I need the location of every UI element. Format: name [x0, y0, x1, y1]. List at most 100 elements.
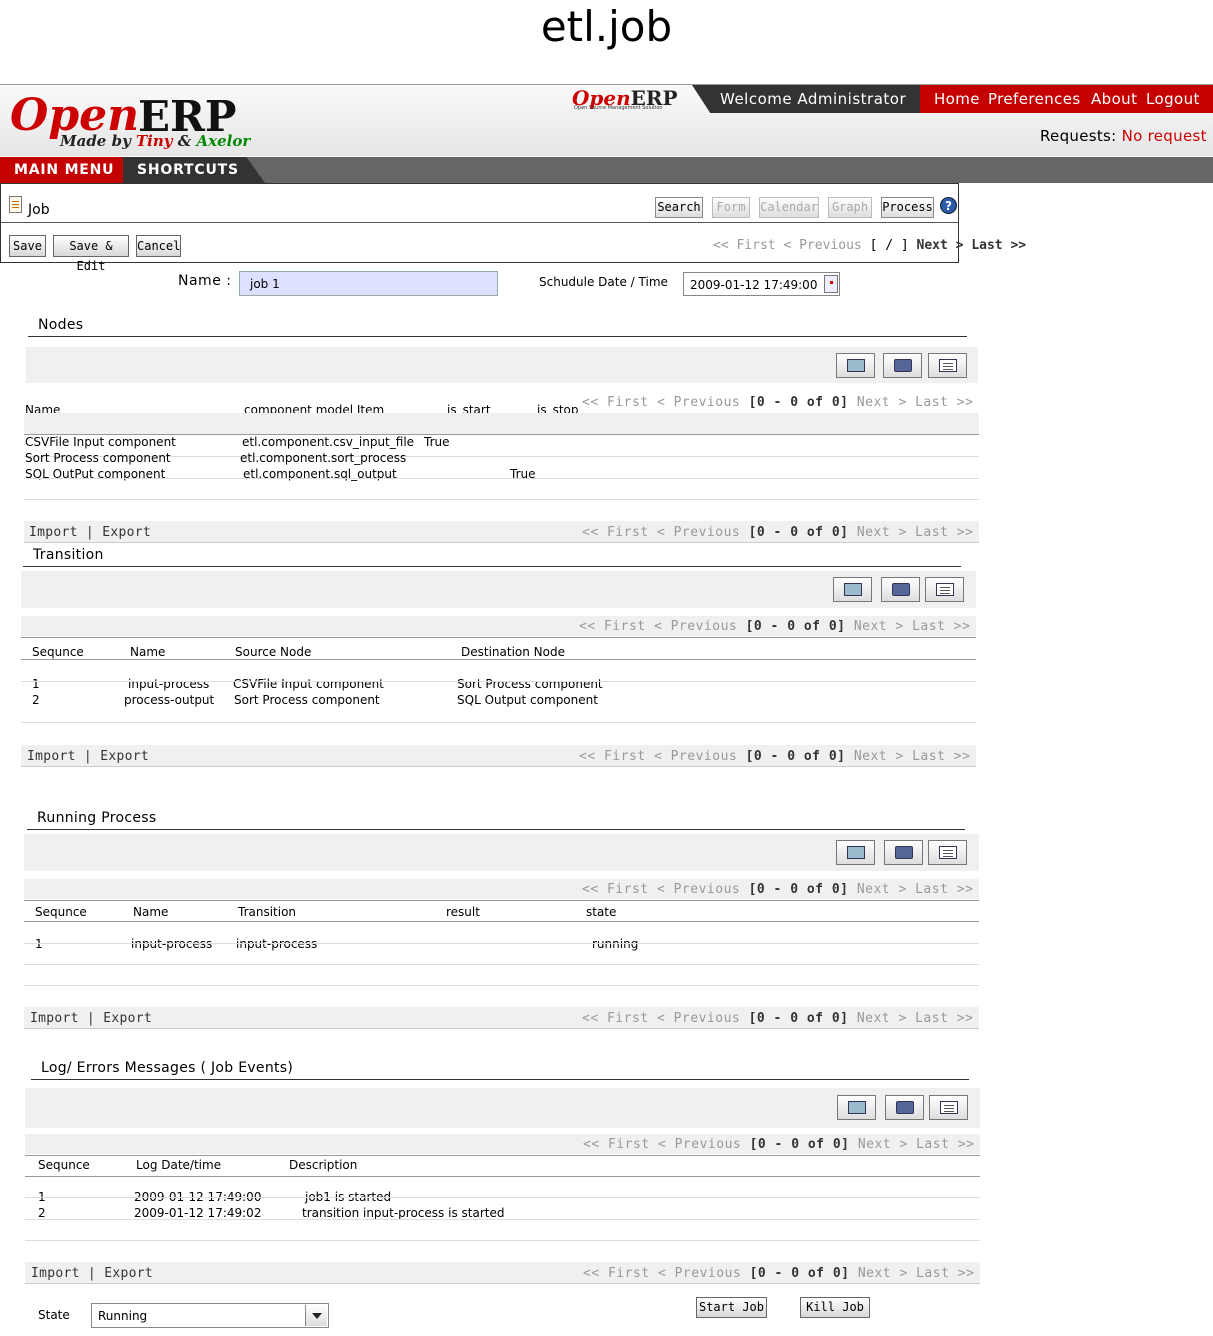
nav-preferences-link[interactable]: Preferences — [988, 90, 1081, 108]
transition-import-link[interactable]: Import — [27, 749, 76, 764]
table-cell[interactable]: Sort Process component — [234, 693, 380, 707]
nodes-export-link[interactable]: Export — [102, 525, 151, 540]
pager-last-link[interactable]: Last >> — [971, 238, 1026, 253]
calendar-picker-icon[interactable] — [824, 275, 838, 293]
state-label: State — [38, 1308, 70, 1322]
nodes-list-icon[interactable] — [928, 353, 967, 378]
table-cell[interactable]: SQL Output component — [457, 693, 598, 707]
running-list-icon[interactable] — [928, 840, 967, 865]
search-view-button[interactable]: Search — [655, 197, 703, 218]
log-col-datetime[interactable]: Log Date/time — [136, 1158, 221, 1172]
nav-logout-link[interactable]: Logout — [1146, 90, 1200, 108]
table-cell[interactable]: 1 — [32, 677, 40, 691]
transition-new-icon[interactable] — [833, 577, 872, 602]
section-divider — [28, 336, 967, 337]
form-view-button[interactable]: Form — [712, 197, 750, 218]
nodes-print-icon[interactable] — [883, 353, 922, 378]
running-col-sequence[interactable]: Sequnce — [35, 905, 87, 919]
process-view-button[interactable]: Process — [881, 197, 934, 218]
table-cell[interactable]: etl.component.csv_input_file — [242, 435, 414, 449]
running-section-title: Running Process — [37, 810, 157, 826]
transition-col-sequence[interactable]: Sequnce — [32, 645, 84, 659]
table-cell[interactable]: input-process — [128, 677, 209, 691]
table-cell[interactable]: CSVFile Input component — [25, 435, 176, 449]
row-divider — [24, 900, 979, 901]
running-import-export: Import | Export — [30, 1011, 152, 1026]
pager-next-link[interactable]: Next > — [917, 238, 964, 253]
running-col-state[interactable]: state — [586, 905, 616, 919]
running-col-transition[interactable]: Transition — [238, 905, 296, 919]
log-import-link[interactable]: Import — [31, 1266, 80, 1281]
log-col-description[interactable]: Description — [289, 1158, 357, 1172]
nav-home-link[interactable]: Home — [934, 90, 980, 108]
schedule-label: Schudule Date / Time — [539, 275, 668, 289]
log-new-icon[interactable] — [837, 1095, 876, 1120]
table-cell[interactable]: input-process — [236, 937, 317, 951]
transition-import-export: Import | Export — [27, 749, 149, 764]
nodes-import-export: Import | Export — [29, 525, 151, 540]
running-import-link[interactable]: Import — [30, 1011, 79, 1026]
running-export-link[interactable]: Export — [103, 1011, 152, 1026]
table-cell[interactable]: 1 — [35, 937, 43, 951]
graph-view-button[interactable]: Graph — [828, 197, 872, 218]
section-divider — [31, 1079, 969, 1080]
transition-col-source[interactable]: Source Node — [235, 645, 311, 659]
name-input[interactable]: job 1 — [239, 271, 498, 296]
running-new-icon[interactable] — [836, 840, 875, 865]
running-col-name[interactable]: Name — [133, 905, 168, 919]
table-cell[interactable]: input-process — [131, 937, 212, 951]
save-button[interactable]: Save — [9, 235, 46, 257]
nav-about-link[interactable]: About — [1091, 90, 1137, 108]
section-divider — [23, 566, 961, 567]
nodes-new-icon[interactable] — [836, 353, 875, 378]
row-divider — [24, 943, 979, 944]
row-divider — [25, 1176, 980, 1177]
kill-job-button[interactable]: Kill Job — [800, 1297, 870, 1318]
table-cell[interactable]: transition input-process is started — [302, 1206, 504, 1220]
table-cell[interactable]: running — [592, 937, 638, 951]
transition-col-destination[interactable]: Destination Node — [461, 645, 565, 659]
running-bottom-pager: << First < Previous [0 - 0 of 0] Next > … — [582, 1011, 974, 1026]
start-job-button[interactable]: Start Job — [696, 1297, 767, 1318]
transition-export-link[interactable]: Export — [100, 749, 149, 764]
table-cell[interactable]: Sort Process component — [25, 451, 171, 465]
table-cell[interactable]: 2009-01-12 17:49:02 — [134, 1206, 261, 1220]
table-cell[interactable]: process-output — [124, 693, 214, 707]
cancel-button[interactable]: Cancel — [136, 235, 181, 257]
requests-link[interactable]: No request — [1122, 127, 1207, 145]
table-cell[interactable]: CSVFile Input component — [233, 677, 384, 691]
row-divider — [21, 659, 976, 660]
table-cell[interactable]: True — [424, 435, 450, 449]
row-divider — [21, 722, 976, 723]
model-title: Job — [28, 202, 50, 218]
calendar-view-button[interactable]: Calendar — [759, 197, 819, 218]
help-icon[interactable]: ? — [940, 197, 957, 214]
log-col-sequence[interactable]: Sequnce — [38, 1158, 90, 1172]
table-cell[interactable]: 2 — [32, 693, 40, 707]
pager-first-link[interactable]: << First — [713, 238, 776, 253]
main-menu-tab[interactable]: MAIN MENU — [0, 157, 123, 183]
transition-bottom-pager: << First < Previous [0 - 0 of 0] Next > … — [579, 749, 971, 764]
shortcuts-tab[interactable]: SHORTCUTS — [123, 157, 253, 183]
running-print-icon[interactable] — [884, 840, 923, 865]
table-cell[interactable]: etl.component.sort_process — [240, 451, 406, 465]
log-list-icon[interactable] — [929, 1095, 968, 1120]
save-edit-button[interactable]: Save & Edit — [53, 235, 129, 273]
transition-col-name[interactable]: Name — [130, 645, 165, 659]
pager-previous-link[interactable]: < Previous — [783, 238, 861, 253]
state-select[interactable]: Running — [91, 1303, 329, 1328]
transition-list-icon[interactable] — [925, 577, 964, 602]
table-cell[interactable]: 2 — [38, 1206, 46, 1220]
nodes-header-band — [24, 413, 979, 434]
transition-section-title: Transition — [33, 547, 104, 563]
logo-tagline: Made by Tiny & Axelor — [60, 132, 251, 150]
running-col-result[interactable]: result — [446, 905, 480, 919]
transition-print-icon[interactable] — [881, 577, 920, 602]
log-export-link[interactable]: Export — [104, 1266, 153, 1281]
schedule-datetime-input[interactable]: 2009-01-12 17:49:00 — [683, 272, 840, 296]
nodes-top-pager: << First < Previous [0 - 0 of 0] Next > … — [582, 395, 974, 410]
log-print-icon[interactable] — [885, 1095, 924, 1120]
chevron-down-icon[interactable] — [305, 1305, 327, 1326]
table-cell[interactable]: Sort Process component — [457, 677, 603, 691]
nodes-import-link[interactable]: Import — [29, 525, 78, 540]
